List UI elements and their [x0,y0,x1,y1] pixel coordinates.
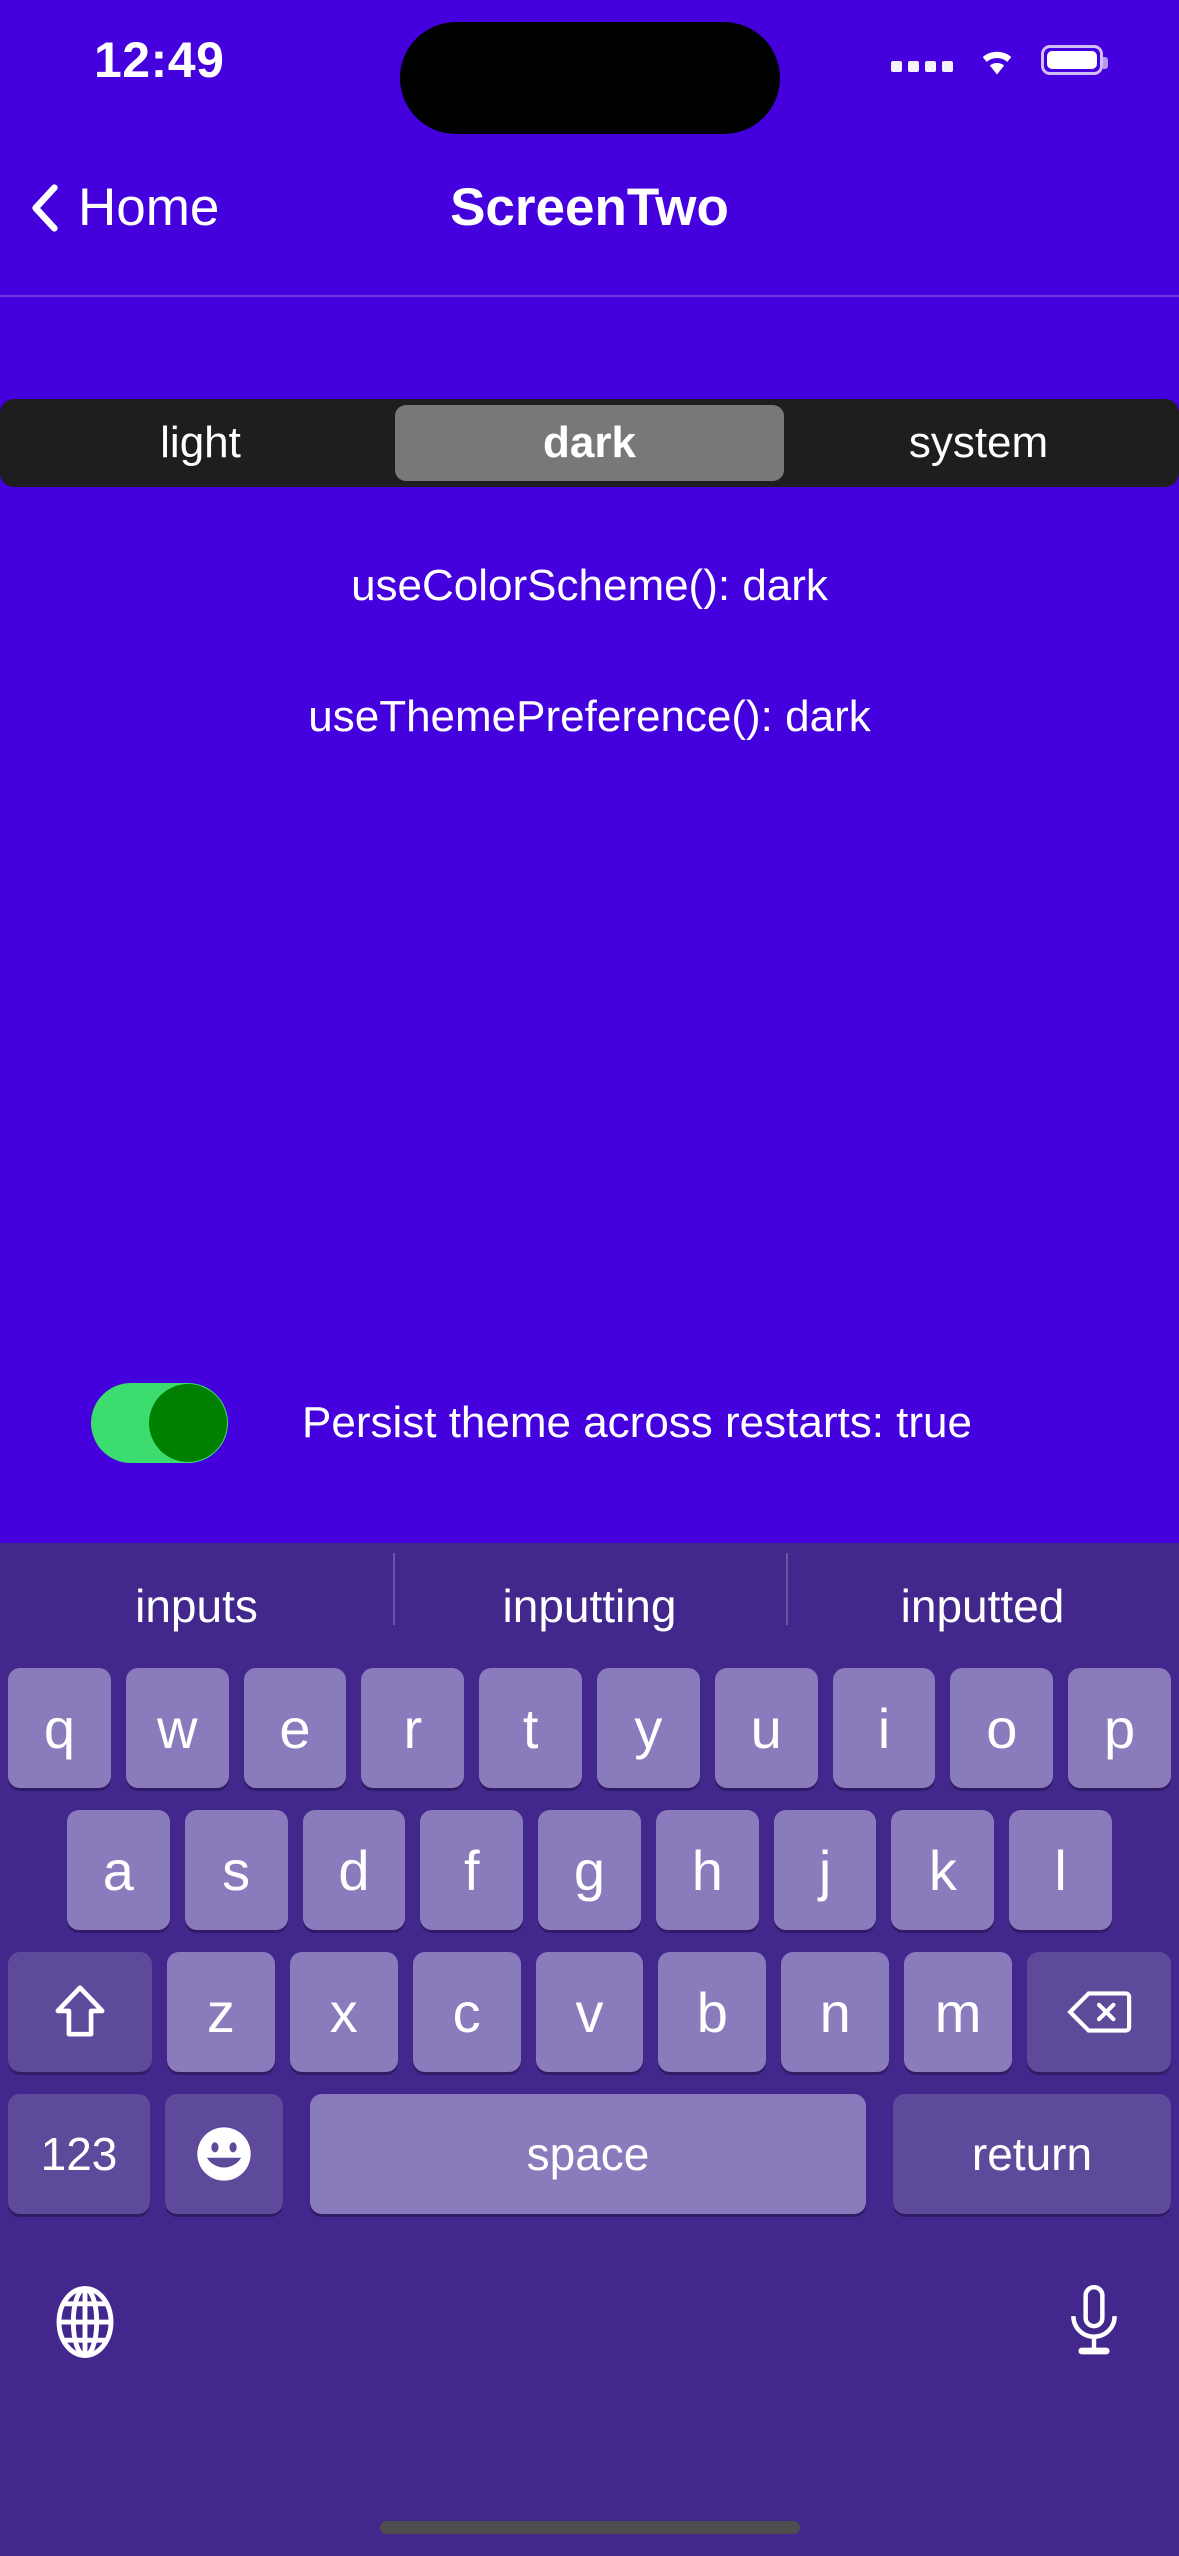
key-a[interactable]: a [66,1810,170,1930]
space-key[interactable]: space [310,2094,866,2214]
key-d[interactable]: d [302,1810,406,1930]
key-n[interactable]: n [781,1952,890,2072]
key-r[interactable]: r [361,1668,465,1788]
keyboard-row-2: a s d f g h j k l [0,1810,1179,1930]
suggestion-bar: inputs inputting inputted [0,1543,1179,1668]
status-time: 12:49 [94,32,225,88]
backspace-key[interactable] [1027,1952,1172,2072]
segment-light[interactable]: light [6,405,395,481]
page-title: ScreenTwo [450,178,729,237]
globe-language-icon[interactable] [46,2283,124,2361]
shift-key[interactable] [8,1952,152,2072]
key-b[interactable]: b [658,1952,767,2072]
backspace-delete-icon [1067,1991,1132,2033]
key-s[interactable]: s [184,1810,288,1930]
key-t[interactable]: t [479,1668,582,1788]
key-g[interactable]: g [538,1810,641,1930]
theme-segmented-control[interactable]: light dark system [0,399,1179,487]
status-indicators [891,43,1108,77]
key-o[interactable]: o [950,1668,1054,1788]
persist-theme-row: Persist theme across restarts: true [0,1383,1179,1463]
key-v[interactable]: v [535,1952,644,2072]
key-p[interactable]: p [1068,1668,1171,1788]
key-x[interactable]: x [289,1952,398,2072]
dynamic-island [399,22,780,134]
key-c[interactable]: c [412,1952,521,2072]
phone-screen: 12:49 Home ScreenTwo light dark system u… [0,0,1179,2556]
battery-full-icon [1041,45,1108,75]
toggle-thumb [149,1384,227,1462]
key-u[interactable]: u [714,1668,818,1788]
segment-system[interactable]: system [784,405,1173,481]
key-q[interactable]: q [8,1668,111,1788]
segment-dark[interactable]: dark [395,405,784,481]
key-h[interactable]: h [655,1810,759,1930]
keyboard-row-4: 123 space return [0,2094,1179,2214]
key-i[interactable]: i [832,1668,936,1788]
key-e[interactable]: e [243,1668,347,1788]
home-indicator[interactable] [379,2521,800,2534]
persist-theme-toggle[interactable] [91,1383,228,1463]
suggestion-item[interactable]: inputting [393,1552,786,1633]
key-y[interactable]: y [597,1668,700,1788]
key-z[interactable]: z [167,1952,275,2072]
cellular-dots-icon [891,48,953,72]
key-m[interactable]: m [904,1952,1013,2072]
key-l[interactable]: l [1009,1810,1113,1930]
persist-theme-label: Persist theme across restarts: true [302,1398,972,1447]
key-k[interactable]: k [891,1810,995,1930]
use-theme-preference-text: useThemePreference(): dark [308,692,871,741]
keyboard-bottom-bar [0,2232,1179,2412]
use-color-scheme-text: useColorScheme(): dark [351,561,828,610]
key-f[interactable]: f [420,1810,524,1930]
key-j[interactable]: j [773,1810,877,1930]
keyboard-row-3: z x c v b n m [0,1952,1179,2072]
microphone-dictation-icon[interactable] [1055,2283,1133,2361]
keyboard-row-1: q w e r t y u i o p [0,1668,1179,1788]
return-key[interactable]: return [893,2094,1171,2214]
wifi-icon [982,51,1012,75]
shift-arrow-up-icon [55,1985,105,2037]
numbers-key[interactable]: 123 [8,2094,150,2214]
emoji-key[interactable] [165,2094,283,2214]
suggestion-item[interactable]: inputs [0,1579,393,1633]
emoji-smiley-icon [197,2127,251,2181]
suggestion-item[interactable]: inputted [786,1552,1179,1633]
on-screen-keyboard: inputs inputting inputted q w e r t y u … [0,1543,1179,2556]
content-area: light dark system useColorScheme(): dark… [0,297,1179,1717]
navigation-bar: Home ScreenTwo [0,120,1179,295]
key-w[interactable]: w [125,1668,229,1788]
